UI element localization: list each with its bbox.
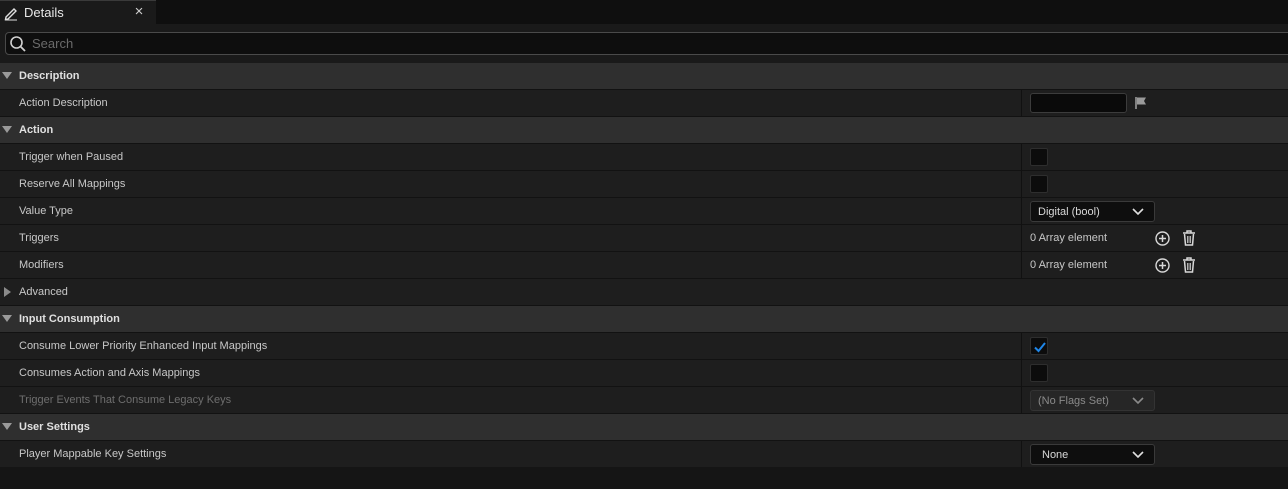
trigger-when-paused-checkbox[interactable] [1030, 148, 1048, 166]
property-label: Modifiers [19, 259, 64, 271]
column-splitter[interactable] [1021, 144, 1022, 171]
property-row-action-description: Action Description [0, 90, 1288, 117]
search-icon [10, 36, 26, 52]
search-box [5, 32, 1288, 55]
property-row-player-mappable: Player Mappable Key Settings None [0, 441, 1288, 468]
chevron-down-icon [2, 126, 12, 133]
column-splitter[interactable] [1021, 198, 1022, 225]
category-label: Input Consumption [19, 313, 120, 325]
column-splitter[interactable] [1021, 387, 1022, 414]
trash-icon[interactable] [1181, 229, 1197, 247]
dropdown-value: Digital (bool) [1038, 206, 1100, 218]
checkmark-icon [1034, 342, 1046, 353]
category-description[interactable]: Description [0, 63, 1288, 90]
property-label: Trigger when Paused [19, 151, 124, 163]
category-action[interactable]: Action [0, 117, 1288, 144]
tab-bar: Details × [0, 0, 1288, 24]
column-splitter[interactable] [1021, 441, 1022, 468]
advanced-label: Advanced [19, 286, 68, 298]
column-splitter[interactable] [1021, 171, 1022, 198]
property-row-triggers: Triggers 0 Array element [0, 225, 1288, 252]
reserve-all-mappings-checkbox[interactable] [1030, 175, 1048, 193]
column-splitter[interactable] [1021, 90, 1022, 117]
add-element-icon[interactable] [1154, 257, 1171, 274]
column-splitter[interactable] [1021, 333, 1022, 360]
property-label: Triggers [19, 232, 59, 244]
search-input[interactable] [32, 34, 1232, 53]
chevron-down-icon [2, 315, 12, 322]
dropdown-value: None [1042, 449, 1069, 461]
property-label: Trigger Events That Consume Legacy Keys [19, 394, 232, 406]
trigger-events-legacy-dropdown[interactable]: (No Flags Set) [1030, 390, 1155, 411]
property-label: Player Mappable Key Settings [19, 448, 167, 460]
category-label: Action [19, 124, 54, 136]
action-description-input[interactable] [1030, 93, 1127, 113]
column-splitter[interactable] [1021, 360, 1022, 387]
close-icon[interactable]: × [132, 4, 146, 20]
property-row-reserve-all-mappings: Reserve All Mappings [0, 171, 1288, 198]
player-mappable-dropdown[interactable]: None [1030, 444, 1155, 465]
property-row-consume-lower-priority: Consume Lower Priority Enhanced Input Ma… [0, 333, 1288, 360]
chevron-down-icon [1132, 208, 1144, 216]
trash-icon[interactable] [1181, 256, 1197, 274]
category-label: Description [19, 70, 80, 82]
chevron-down-icon [1132, 451, 1144, 459]
property-row-trigger-events-legacy: Trigger Events That Consume Legacy Keys … [0, 387, 1288, 414]
chevron-down-icon [2, 423, 12, 430]
property-row-value-type: Value Type Digital (bool) [0, 198, 1288, 225]
chevron-down-icon [1132, 397, 1144, 405]
property-row-modifiers: Modifiers 0 Array element [0, 252, 1288, 279]
array-count: 0 Array element [1030, 232, 1108, 244]
chevron-right-icon [4, 287, 11, 297]
property-label: Consumes Action and Axis Mappings [19, 367, 200, 379]
property-row-trigger-when-paused: Trigger when Paused [0, 144, 1288, 171]
search-area [0, 24, 1288, 63]
column-splitter[interactable] [1021, 225, 1022, 252]
advanced-expander[interactable]: Advanced [0, 279, 1288, 306]
property-label: Value Type [19, 205, 74, 217]
property-row-consumes-action-axis: Consumes Action and Axis Mappings [0, 360, 1288, 387]
property-label: Consume Lower Priority Enhanced Input Ma… [19, 340, 268, 352]
flag-icon[interactable] [1134, 96, 1148, 110]
property-label: Action Description [19, 97, 108, 109]
value-type-dropdown[interactable]: Digital (bool) [1030, 201, 1155, 222]
pencil-icon [4, 8, 17, 21]
add-element-icon[interactable] [1154, 230, 1171, 247]
category-user-settings[interactable]: User Settings [0, 414, 1288, 441]
tab-title: Details [24, 5, 64, 20]
dropdown-value: (No Flags Set) [1038, 395, 1109, 407]
tab-details[interactable]: Details × [0, 0, 156, 24]
consumes-action-axis-checkbox[interactable] [1030, 364, 1048, 382]
details-panel: Description Action Description Action Tr… [0, 63, 1288, 468]
consume-lower-priority-checkbox[interactable] [1030, 337, 1048, 355]
category-label: User Settings [19, 421, 90, 433]
chevron-down-icon [2, 72, 12, 79]
empty-area [0, 467, 1288, 489]
property-label: Reserve All Mappings [19, 178, 126, 190]
column-splitter[interactable] [1021, 252, 1022, 279]
array-count: 0 Array element [1030, 259, 1108, 271]
category-input-consumption[interactable]: Input Consumption [0, 306, 1288, 333]
